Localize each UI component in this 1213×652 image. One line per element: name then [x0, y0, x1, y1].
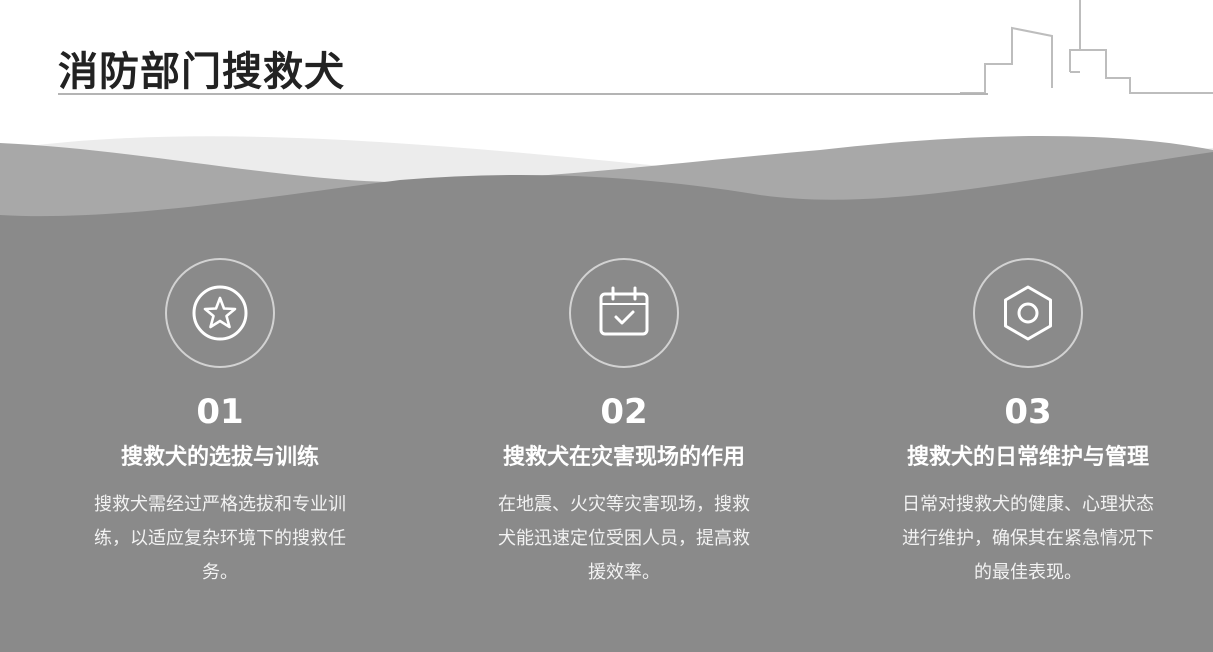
- card-description: 搜救犬需经过严格选拔和专业训练，以适应复杂环境下的搜救任务。: [94, 494, 346, 583]
- card-heading: 搜救犬的日常维护与管理: [906, 445, 1149, 470]
- page-title: 消防部门搜救犬: [58, 49, 345, 95]
- card-description: 在地震、火灾等灾害现场，搜救犬能迅速定位受困人员，提高救援效率。: [498, 494, 750, 583]
- card-heading: 搜救犬的选拔与训练: [120, 445, 319, 470]
- card-number: 02: [600, 392, 648, 432]
- star-icon: [192, 285, 248, 341]
- card-number: 03: [1004, 392, 1052, 432]
- card-daily-maintenance: 03 搜救犬的日常维护与管理 日常对搜救犬的健康、心理状态进行维护，确保其在紧急…: [878, 258, 1178, 590]
- card-disaster-role: 02 搜救犬在灾害现场的作用 在地震、火灾等灾害现场，搜救犬能迅速定位受困人员，…: [474, 258, 774, 590]
- card-heading: 搜救犬在灾害现场的作用: [502, 445, 745, 470]
- hexagon-settings-icon: [1004, 285, 1052, 341]
- icon-ring: [165, 258, 275, 368]
- card-number: 01: [196, 392, 244, 432]
- card-selection-training: 01 搜救犬的选拔与训练 搜救犬需经过严格选拔和专业训练，以适应复杂环境下的搜救…: [70, 258, 370, 590]
- skyline-decoration: [960, 0, 1213, 94]
- calendar-check-icon: [599, 286, 649, 336]
- icon-ring: [569, 258, 679, 368]
- title-underline: [58, 93, 988, 95]
- card-description: 日常对搜救犬的健康、心理状态进行维护，确保其在紧急情况下的最佳表现。: [902, 494, 1154, 583]
- icon-ring: [973, 258, 1083, 368]
